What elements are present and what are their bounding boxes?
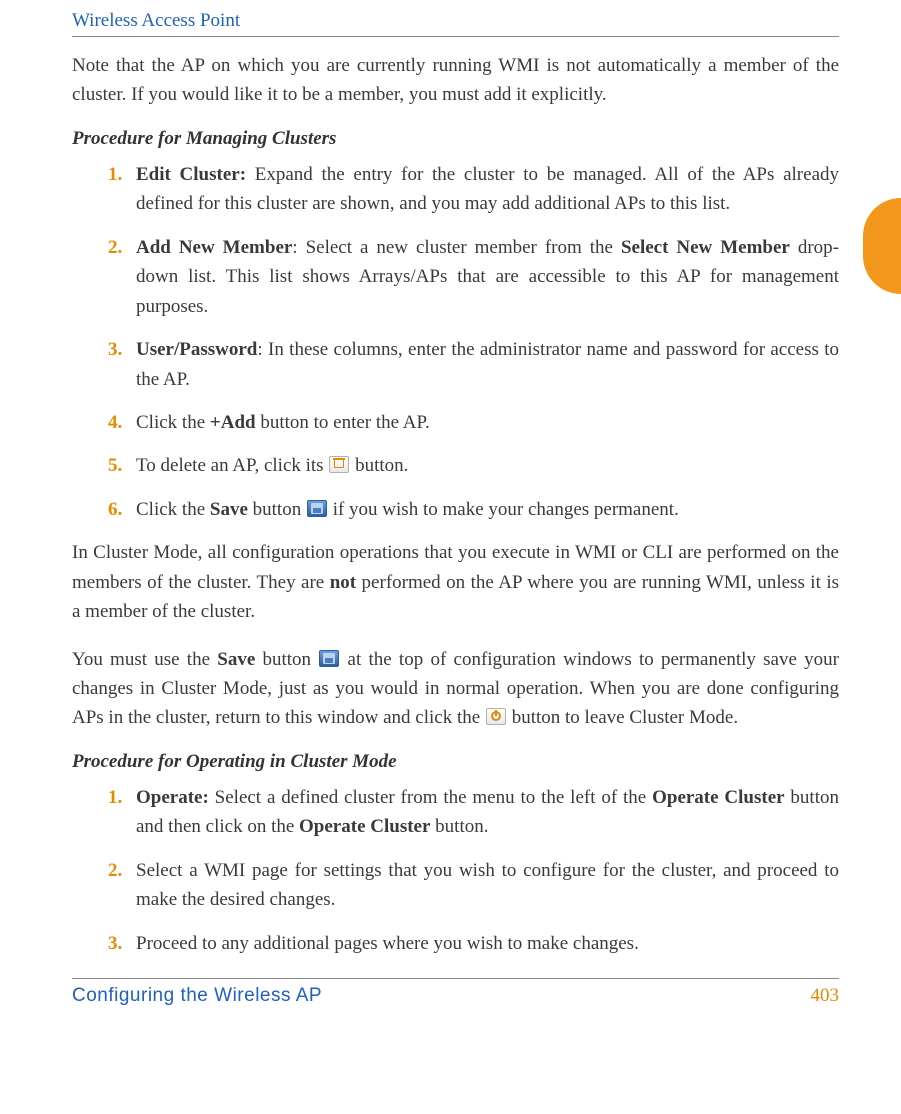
term-edit-cluster: Edit Cluster: xyxy=(136,164,246,185)
list-text: Select a WMI page for settings that you … xyxy=(136,860,839,910)
list-number: 6. xyxy=(108,495,122,524)
term-user-password: User/Password xyxy=(136,339,257,360)
term-operate-cluster: Operate Cluster xyxy=(299,816,430,837)
para-text: button xyxy=(255,649,318,670)
paragraph-cluster-mode: In Cluster Mode, all configuration opera… xyxy=(72,538,839,626)
section-heading-operating: Procedure for Operating in Cluster Mode xyxy=(72,751,839,773)
list-number: 3. xyxy=(108,335,122,364)
header-rule xyxy=(72,36,839,37)
save-icon xyxy=(319,650,339,667)
list-text: button. xyxy=(430,816,488,837)
list-item: 1. Edit Cluster: Expand the entry for th… xyxy=(108,160,839,219)
term-operate: Operate: xyxy=(136,787,209,808)
power-icon xyxy=(486,708,506,725)
procedure-managing-list: 1. Edit Cluster: Expand the entry for th… xyxy=(72,160,839,524)
term-plus-add: +Add xyxy=(210,412,256,433)
list-text: button xyxy=(248,499,306,520)
term-save: Save xyxy=(210,499,248,520)
list-text: Proceed to any additional pages where yo… xyxy=(136,933,639,954)
page-number: 403 xyxy=(811,985,840,1007)
page-content: Wireless Access Point Note that the AP o… xyxy=(0,0,901,1027)
list-text: if you wish to make your changes permane… xyxy=(328,499,679,520)
list-item: 5. To delete an AP, click its button. xyxy=(108,451,839,480)
list-item: 3. Proceed to any additional pages where… xyxy=(108,929,839,958)
list-text: Click the xyxy=(136,412,210,433)
trash-icon xyxy=(329,456,349,473)
list-number: 4. xyxy=(108,408,122,437)
list-text: button to enter the AP. xyxy=(256,412,430,433)
page-footer: Configuring the Wireless AP 403 xyxy=(72,978,839,1007)
list-item: 2. Select a WMI page for settings that y… xyxy=(108,856,839,915)
para-text: You must use the xyxy=(72,649,217,670)
list-item: 2. Add New Member: Select a new cluster … xyxy=(108,233,839,321)
list-text: : Select a new cluster member from the xyxy=(292,237,621,258)
list-number: 2. xyxy=(108,856,122,885)
list-item: 3. User/Password: In these columns, ente… xyxy=(108,335,839,394)
paragraph-save-note: You must use the Save button at the top … xyxy=(72,645,839,733)
intro-paragraph: Note that the AP on which you are curren… xyxy=(72,51,839,110)
term-add-new-member: Add New Member xyxy=(136,237,292,258)
list-number: 3. xyxy=(108,929,122,958)
list-number: 1. xyxy=(108,160,122,189)
section-heading-managing: Procedure for Managing Clusters xyxy=(72,128,839,150)
list-text: To delete an AP, click its xyxy=(136,455,328,476)
list-number: 1. xyxy=(108,783,122,812)
list-item: 4. Click the +Add button to enter the AP… xyxy=(108,408,839,437)
list-text: button. xyxy=(350,455,408,476)
para-text: button to leave Cluster Mode. xyxy=(507,707,738,728)
term-save: Save xyxy=(217,649,255,670)
list-item: 6. Click the Save button if you wish to … xyxy=(108,495,839,524)
footer-section-title: Configuring the Wireless AP xyxy=(72,985,322,1007)
list-number: 2. xyxy=(108,233,122,262)
save-icon xyxy=(307,500,327,517)
term-select-new-member: Select New Member xyxy=(621,237,790,258)
procedure-operating-list: 1. Operate: Select a defined cluster fro… xyxy=(72,783,839,958)
term-not: not xyxy=(330,572,356,593)
list-number: 5. xyxy=(108,451,122,480)
list-text: Click the xyxy=(136,499,210,520)
list-item: 1. Operate: Select a defined cluster fro… xyxy=(108,783,839,842)
term-operate-cluster: Operate Cluster xyxy=(652,787,784,808)
list-text: Select a defined cluster from the menu t… xyxy=(209,787,652,808)
running-header: Wireless Access Point xyxy=(72,10,839,32)
